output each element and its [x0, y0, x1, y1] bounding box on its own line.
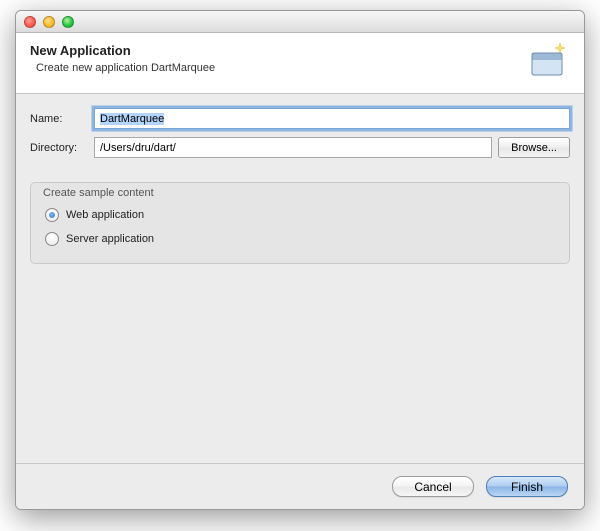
directory-label: Directory:	[30, 142, 88, 154]
dialog-window: New Application Create new application D…	[15, 10, 585, 510]
radio-icon	[45, 208, 59, 222]
radio-label: Web application	[66, 209, 144, 221]
radio-server-application[interactable]: Server application	[45, 227, 555, 251]
sample-content-title: Create sample content	[43, 187, 154, 199]
minimize-icon[interactable]	[43, 16, 55, 28]
spacer	[16, 264, 584, 463]
dialog-header: New Application Create new application D…	[16, 33, 584, 94]
finish-button[interactable]: Finish	[486, 476, 568, 497]
dialog-subtitle: Create new application DartMarquee	[36, 62, 215, 74]
dialog-title: New Application	[30, 43, 215, 58]
close-icon[interactable]	[24, 16, 36, 28]
cancel-button[interactable]: Cancel	[392, 476, 474, 497]
radio-icon	[45, 232, 59, 246]
radio-web-application[interactable]: Web application	[45, 203, 555, 227]
name-label: Name:	[30, 113, 88, 125]
dialog-footer: Cancel Finish	[16, 463, 584, 509]
radio-label: Server application	[66, 233, 154, 245]
new-application-icon	[528, 43, 570, 79]
sample-content-group: Create sample content Web application Se…	[30, 182, 570, 264]
name-input[interactable]	[94, 108, 570, 129]
form-area: Name: Directory: Browse...	[16, 94, 584, 174]
titlebar	[16, 11, 584, 33]
zoom-icon[interactable]	[62, 16, 74, 28]
browse-button[interactable]: Browse...	[498, 137, 570, 158]
directory-input[interactable]	[94, 137, 492, 158]
